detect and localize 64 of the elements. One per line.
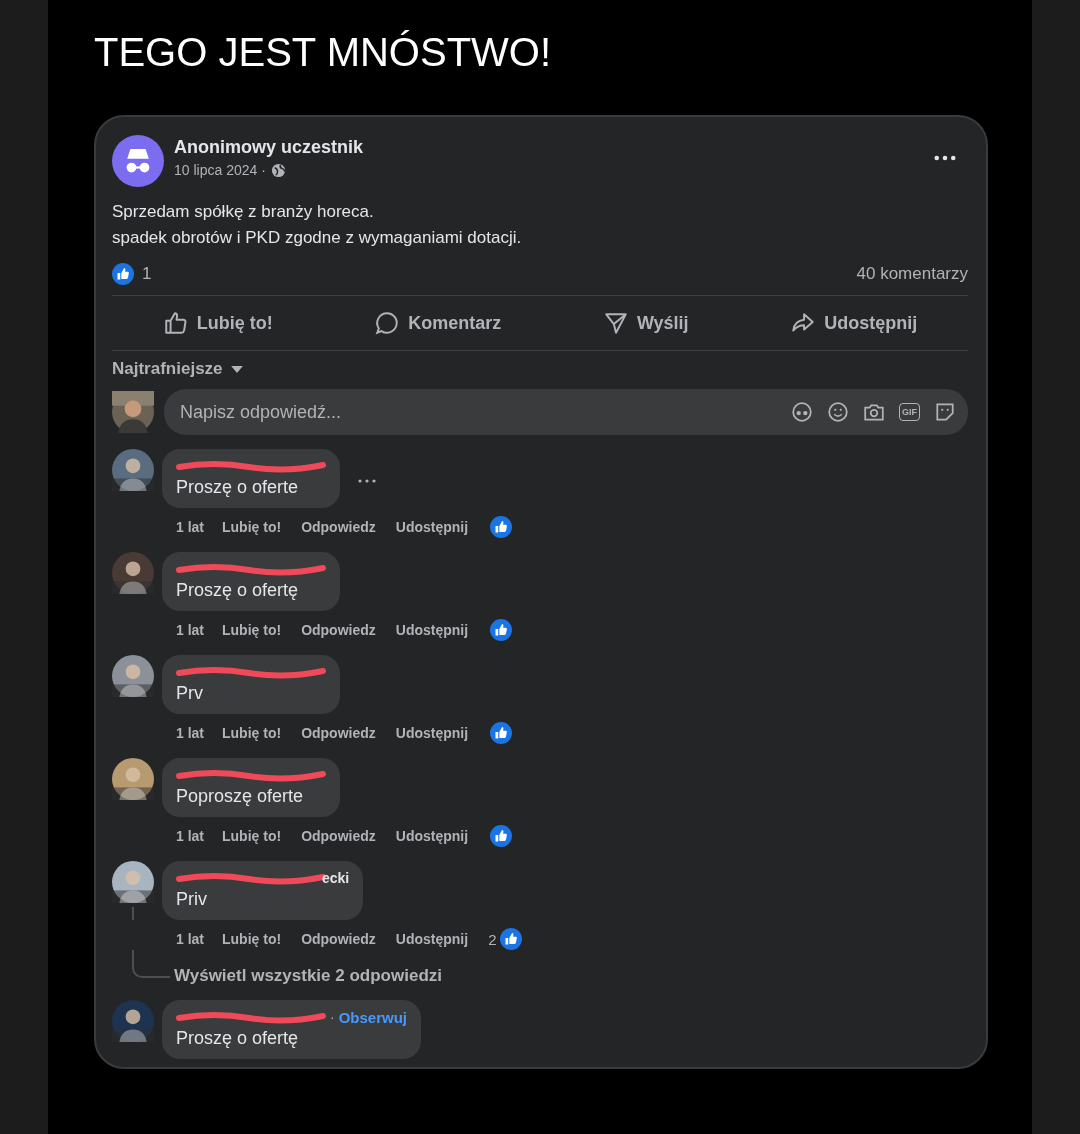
comment-action-link[interactable]: Odpowiedz [301,931,376,947]
page-heading: TEGO JEST MNÓSTWO! [94,30,553,75]
sort-dropdown[interactable]: Najtrafniejsze [112,359,243,379]
comment-time: 1 lat [176,725,204,741]
like-reaction-icon[interactable] [500,928,523,950]
comment-text: Poproszę oferte [176,786,305,807]
sticker-icon[interactable] [934,401,956,423]
caret-icon [230,365,243,373]
comment-action-link[interactable]: Odpowiedz [301,828,376,844]
like-reaction-icon[interactable] [490,619,513,641]
comment-text: Proszę o ofertę [176,580,300,601]
thread-line [132,907,134,920]
author-name[interactable]: Anonimowy uczestnik [174,137,934,158]
emoji-icon[interactable] [827,401,849,423]
globe-icon [270,162,286,178]
post-date[interactable]: 10 lipca 2024 · [174,162,266,178]
reaction-count: 2 [488,930,497,948]
thread-line [132,950,170,978]
comment-text: Priv [176,889,208,910]
comment-text: Proszę o ofertę [176,1028,300,1049]
post-text: Sprzedam spółkę z branży horeca. [112,201,375,223]
post-action-button[interactable]: Lubię to! [152,302,283,344]
separator-dot: · [330,1009,335,1025]
comment-time: 1 lat [176,931,204,947]
avatar-sticker-icon[interactable] [791,401,813,423]
comment-count[interactable]: 40 komentarzy [856,264,968,284]
comment-time: 1 lat [176,828,204,844]
follow-link[interactable]: Obserwuj [338,1008,408,1026]
comment-action-link[interactable]: Lubię to! [222,519,282,535]
comment-text: Prv [176,683,204,704]
comment-time: 1 lat [176,622,204,638]
commenter-name[interactable]: ecki [322,870,350,886]
comment-action-link[interactable]: Udostępnij [395,725,469,741]
comment-time: 1 lat [176,519,204,535]
comment-action-link[interactable]: Lubię to! [222,828,282,844]
comment-action-link[interactable]: Odpowiedz [301,622,376,638]
like-reaction-icon[interactable] [490,825,513,847]
more-icon[interactable] [358,479,376,483]
comment-action-link[interactable]: Lubię to! [222,622,282,638]
comment-action-link[interactable]: Lubię to! [222,931,282,947]
post-action-button[interactable]: Udostępnij [780,302,928,344]
speech-bubble-icon [374,310,401,336]
gif-button[interactable]: GIF [899,403,920,421]
post-action-button[interactable]: Komentarz [364,302,512,344]
post-text: spadek obrotów i PKD zgodne z wymaganiami dotacji. [112,227,523,249]
send-icon [602,310,629,336]
post-action-button[interactable]: Wyślij [592,302,699,344]
comment-action-link[interactable]: Odpowiedz [301,725,376,741]
like-count: 1 [142,264,152,284]
comment-action-link[interactable]: Odpowiedz [301,519,376,535]
more-icon[interactable] [934,155,956,161]
like-reaction-icon[interactable] [490,516,513,538]
thumbs-up-icon [162,310,189,336]
comment-input[interactable]: Napisz odpowiedź... GIF [164,389,968,435]
comment-action-link[interactable]: Udostępnij [395,519,469,535]
comment-action-link[interactable]: Udostępnij [395,622,469,638]
like-reaction-icon[interactable] [112,263,134,285]
comment-action-link[interactable]: Udostępnij [395,828,469,844]
like-reaction-icon[interactable] [490,722,513,744]
comment-text: Proszę o oferte [176,477,300,498]
anonymous-avatar-icon [112,135,164,187]
view-replies-link[interactable]: Wyświetl wszystkie 2 odpowiedzi [174,966,442,986]
comment-action-link[interactable]: Lubię to! [222,725,282,741]
comment-action-link[interactable]: Udostępnij [395,931,469,947]
